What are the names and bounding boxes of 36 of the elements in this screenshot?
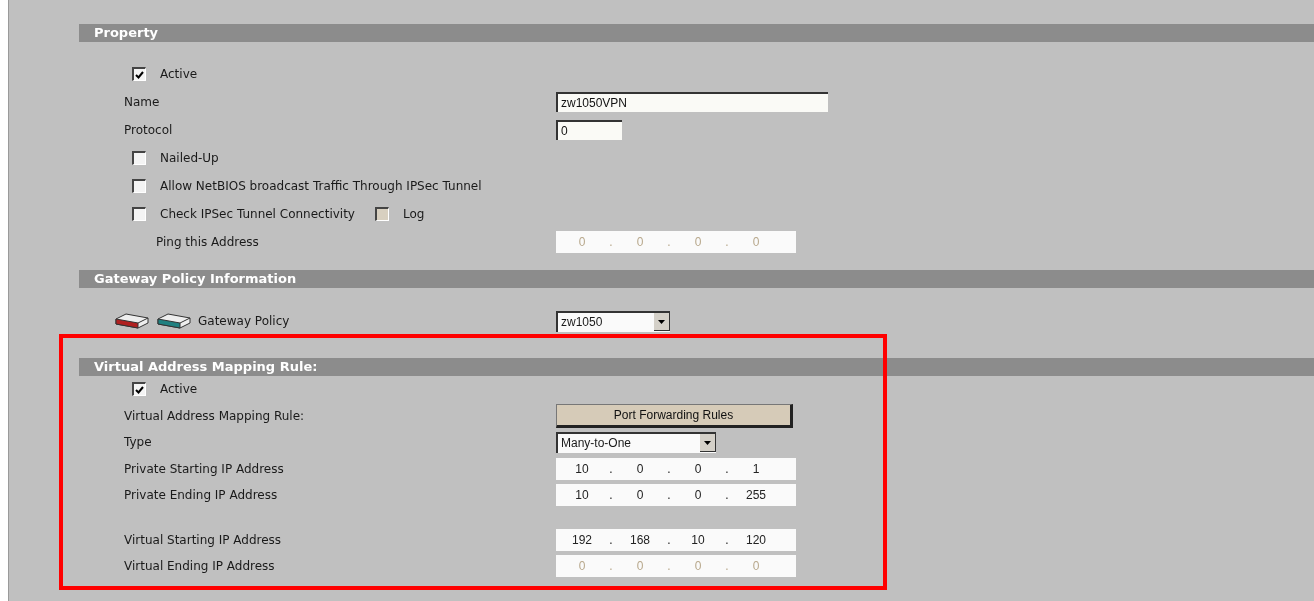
dropdown[interactable]: zw1050 bbox=[556, 310, 670, 332]
field-label: Protocol bbox=[124, 123, 173, 137]
checkbox[interactable] bbox=[132, 151, 146, 165]
field-label: Private Starting IP Address bbox=[124, 461, 284, 476]
checkbox-label: Allow NetBIOS broadcast Traffic Through IPSec Tunnel bbox=[160, 179, 482, 193]
name-field[interactable]: zw1050VPN bbox=[556, 92, 828, 112]
checkbox-label: Nailed-Up bbox=[160, 151, 219, 165]
field-label: Name bbox=[124, 95, 160, 109]
checkbox[interactable] bbox=[132, 179, 146, 193]
field-label: Gateway Policy bbox=[198, 314, 290, 328]
checkbox-label: Check IPSec Tunnel Connectivity bbox=[160, 207, 355, 221]
checkbox-label: Active bbox=[160, 382, 198, 397]
checkbox[interactable] bbox=[132, 382, 146, 397]
ip-address-field[interactable]: 10 . 0 . 0 . 255 bbox=[556, 484, 796, 507]
field-label: Virtual Starting IP Address bbox=[124, 532, 282, 547]
field-label: Virtual Ending IP Address bbox=[124, 559, 275, 574]
protocol-field[interactable]: 0 bbox=[556, 120, 622, 140]
section-header: Gateway Policy Information bbox=[79, 270, 1314, 288]
checkbox-label: Active bbox=[160, 67, 198, 81]
field-label: Ping this Address bbox=[156, 235, 259, 249]
ip-address-field: 0 . 0 . 0 . 0 bbox=[556, 231, 796, 253]
field-label: Type bbox=[124, 435, 152, 450]
field-label: Private Ending IP Address bbox=[124, 488, 278, 503]
section-header: Virtual Address Mapping Rule: bbox=[79, 358, 1314, 376]
port-forwarding-button[interactable]: Port Forwarding Rules bbox=[556, 403, 793, 428]
field-label: Virtual Address Mapping Rule: bbox=[124, 408, 305, 423]
ip-address-field: 0 . 0 . 0 . 0 bbox=[556, 555, 796, 578]
checkbox[interactable] bbox=[132, 207, 146, 221]
ip-address-field[interactable]: 10 . 0 . 0 . 1 bbox=[556, 457, 796, 480]
router-icon bbox=[114, 312, 150, 330]
ip-address-field[interactable]: 192 . 168 . 10 . 120 bbox=[556, 528, 796, 551]
checkbox[interactable] bbox=[132, 67, 146, 81]
section-header: Property bbox=[79, 24, 1314, 42]
router-icon bbox=[156, 312, 192, 330]
dropdown[interactable]: Many-to-One bbox=[556, 431, 716, 453]
checkbox-label: Log bbox=[402, 207, 425, 221]
